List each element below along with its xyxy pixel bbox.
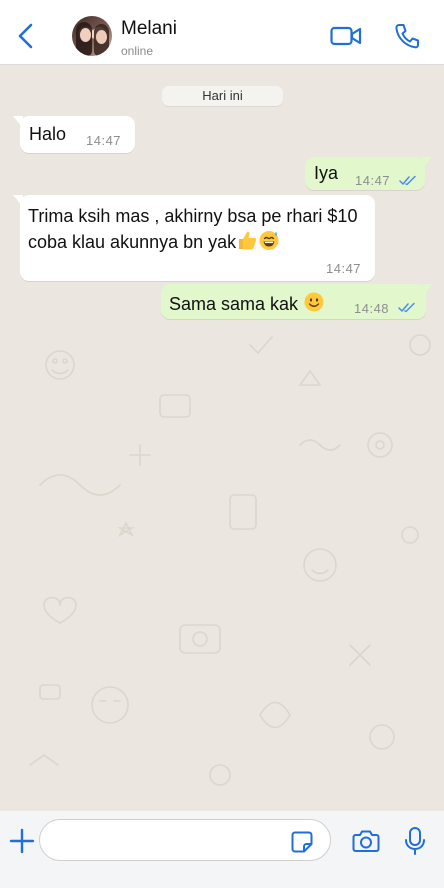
phone-icon[interactable] <box>394 22 420 50</box>
message-text: Halo <box>29 124 67 144</box>
grinning-sweat-icon <box>259 231 279 250</box>
incoming-message[interactable]: Halo 14:47 <box>13 116 135 153</box>
plus-icon[interactable] <box>9 828 35 854</box>
microphone-icon[interactable] <box>403 826 427 856</box>
smiling-face-icon <box>304 292 324 312</box>
message-input[interactable] <box>39 819 331 861</box>
read-ticks-icon <box>399 175 416 186</box>
message-text: Trima ksih mas , akhirny bsa pe rhari $1… <box>28 206 358 252</box>
message-time: 14:47 <box>355 173 391 188</box>
contact-name[interactable]: Melani <box>121 18 177 40</box>
message-body: Sama sama kak <box>169 291 325 315</box>
outgoing-message[interactable]: Iya 14:47 <box>305 157 432 190</box>
thumbs-up-icon <box>239 231 257 250</box>
video-call-icon[interactable] <box>330 24 362 48</box>
message-body: Trima ksih mas , akhirny bsa pe rhari $1… <box>28 203 358 255</box>
incoming-message[interactable]: Trima ksih mas , akhirny bsa pe rhari $1… <box>13 195 375 281</box>
message-text: Sama sama kak <box>169 294 299 314</box>
message-time: 14:47 <box>326 261 362 276</box>
message-text: Iya <box>314 163 339 183</box>
sticker-icon[interactable] <box>290 830 314 854</box>
message-time: 14:48 <box>354 301 390 316</box>
camera-icon[interactable] <box>352 828 380 854</box>
contact-status: online <box>121 44 154 58</box>
chat-area[interactable]: Hari ini Halo 14:47 Iya 14:47 Trima ksih… <box>0 65 444 811</box>
message-input-bar <box>0 811 444 888</box>
read-ticks-icon <box>398 302 415 313</box>
avatar[interactable] <box>72 16 112 56</box>
back-icon[interactable] <box>14 22 38 50</box>
outgoing-message[interactable]: Sama sama kak 14:48 <box>161 284 433 319</box>
chat-header: Melani online <box>0 0 444 65</box>
date-separator: Hari ini <box>162 86 283 106</box>
message-time: 14:47 <box>86 133 122 148</box>
